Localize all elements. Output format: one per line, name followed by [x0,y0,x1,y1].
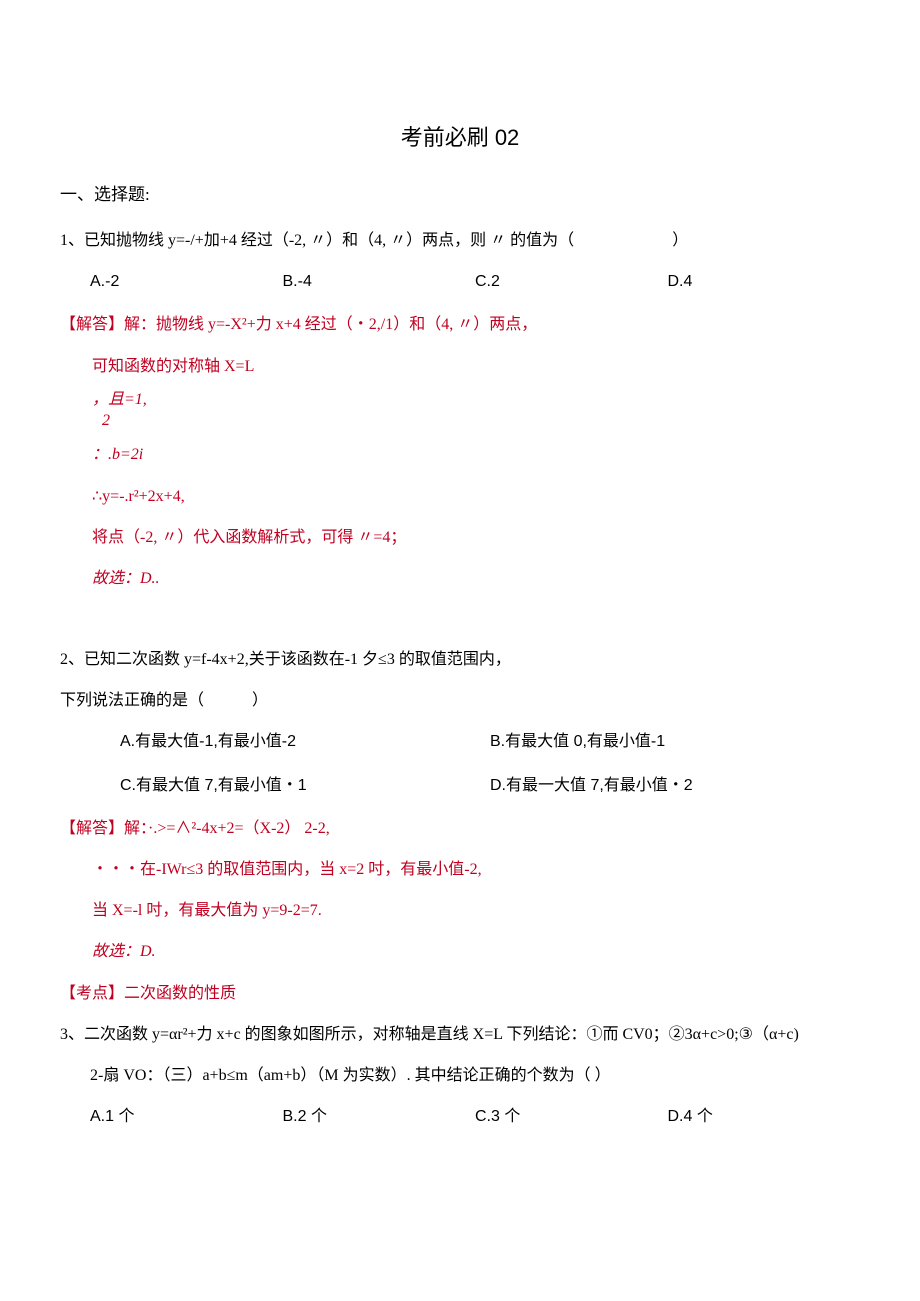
q1-opt-a: A.-2 [90,264,283,299]
q3-stem1: 3、二次函数 y=αr²+力 x+c 的图象如图所示，对称轴是直线 X=L 下列… [60,1017,860,1052]
q1-sol-frac-bottom: 2 [92,411,120,432]
q2-stem1: 2、已知二次函数 y=f-4x+2,关于该函数在-1 夕≤3 的取值范围内， [60,642,860,677]
section-heading: 一、选择题: [60,180,860,205]
q1-sol-l4: ：.b=2i [92,437,860,472]
q1-opt-d: D.4 [668,264,861,299]
q2-stem2: 下列说法正确的是（ ） [60,683,860,718]
q3-opt-d: D.4 个 [668,1099,861,1134]
q2-opt-d: D.有最一大值 7,有最小值・2 [490,768,860,803]
q2-topic: 【考点】二次函数的性质 [60,976,860,1011]
q2-sol-l1: 【解答】解：·.>=∧²-4x+2=（X-2） 2-2, [60,811,860,846]
q3-opt-a: A.1 个 [90,1099,283,1134]
q1-opt-b: B.-4 [283,264,476,299]
q1-sol-frac: ，且=1, 2 [92,390,860,432]
q1-stem-close: ） [672,232,688,249]
page-title: 考前必刷 02 [60,120,860,152]
q1-sol-l1: 【解答】解：抛物线 y=-X²+力 x+4 经过（・2,/1）和（4, 〃）两点… [60,307,860,342]
q2-sol-l4: 故选：D. [92,934,860,969]
q1-options: A.-2 B.-4 C.2 D.4 [90,264,860,299]
q2-opt-c: C.有最大值 7,有最小值・1 [120,768,490,803]
q1-sol-l5: ∴y=-.r²+2x+4, [92,479,860,514]
q2-stem2-text: 下列说法正确的是（ [60,692,204,709]
q2-options-row1: A.有最大值-1,有最小值-2 B.有最大值 0,有最小值-1 [120,724,860,759]
q1-stem-text: 1、已知抛物线 y=-/+加+4 经过（-2, 〃）和（4, 〃）两点，则 〃 … [60,232,574,249]
q3-stem2: 2-扇 VO：（三）a+b≤m（am+b）（M 为实数）. 其中结论正确的个数为… [90,1058,860,1093]
q1-opt-c: C.2 [475,264,668,299]
q2-opt-a: A.有最大值-1,有最小值-2 [120,724,490,759]
q2-options-row2: C.有最大值 7,有最小值・1 D.有最一大值 7,有最小值・2 [120,768,860,803]
q2-stem2-close: ） [252,692,268,709]
q3-opt-b: B.2 个 [283,1099,476,1134]
q3-options: A.1 个 B.2 个 C.3 个 D.4 个 [90,1099,860,1134]
q3-opt-c: C.3 个 [475,1099,668,1134]
q2-sol-l2: ・・・在-IWr≤3 的取值范围内，当 x=2 吋，有最小值-2, [92,852,860,887]
q1-sol-l7: 故选：D.. [92,561,860,596]
q1-sol-l2: 可知函数的对称轴 X=L [92,349,860,384]
q2-sol-l3: 当 X=-l 吋，有最大值为 y=9-2=7. [92,893,860,928]
q2-opt-b: B.有最大值 0,有最小值-1 [490,724,860,759]
q1-stem: 1、已知抛物线 y=-/+加+4 经过（-2, 〃）和（4, 〃）两点，则 〃 … [60,223,860,258]
q1-sol-l6: 将点（-2, 〃）代入函数解析式，可得 〃=4； [92,520,860,555]
q1-sol-frac-top: ，且=1, [92,391,147,408]
